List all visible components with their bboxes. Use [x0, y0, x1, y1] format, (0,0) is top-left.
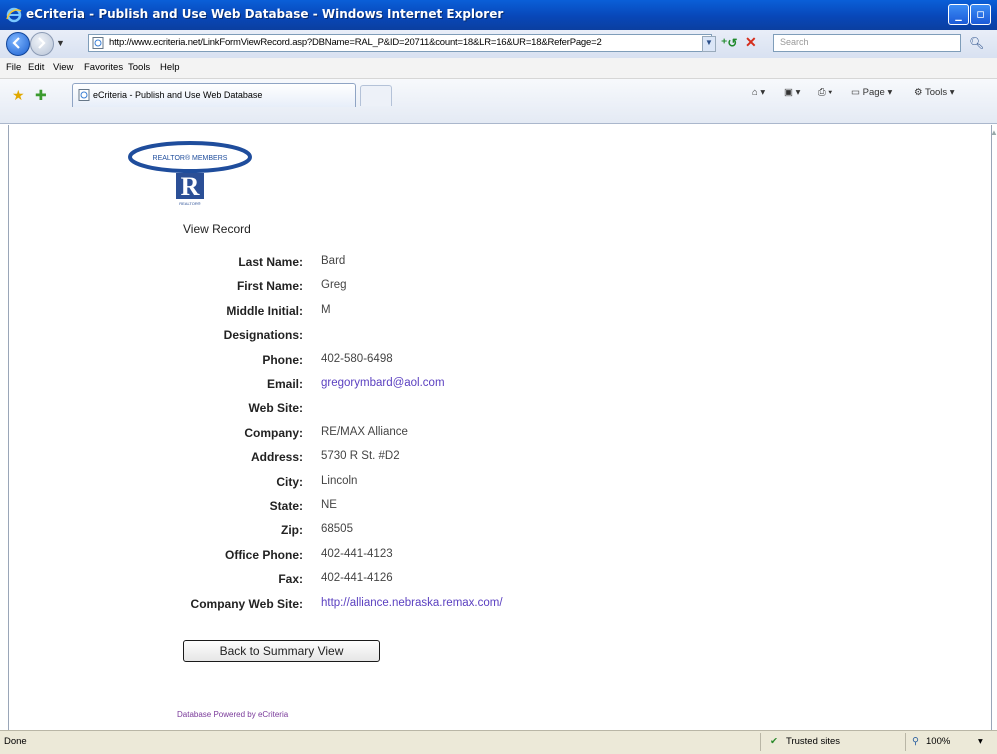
status-separator — [905, 733, 906, 751]
tab-label: eCriteria - Publish and Use Web Database — [93, 90, 263, 100]
record-field-row: Address: 5730 R St. #D2 — [9, 450, 709, 470]
record-field-row: Last Name: Bard — [9, 255, 709, 275]
menu-file[interactable]: File — [6, 62, 21, 73]
menu-tools[interactable]: Tools — [128, 62, 150, 73]
record-field-row: Zip: 68505 — [9, 523, 709, 543]
search-input[interactable]: Search — [773, 34, 961, 52]
record-field-row: Company Web Site: http://alliance.nebrask… — [9, 597, 709, 617]
window-title: eCriteria - Publish and Use Web Database… — [26, 7, 504, 21]
field-value: RE/MAX Alliance — [321, 425, 408, 438]
scrollbar[interactable]: ▲ — [990, 128, 997, 137]
arrow-right-icon — [38, 37, 46, 49]
field-value: 402-441-4123 — [321, 547, 393, 560]
favorites-star-icon[interactable]: ★ — [12, 87, 25, 104]
field-value: Bard — [321, 255, 346, 267]
field-label: Company Web Site: — [190, 596, 303, 611]
tab-toolbar: ★ ✚ eCriteria - Publish and Use Web Data… — [0, 79, 997, 124]
title-bar: eCriteria - Publish and Use Web Database… — [0, 0, 997, 30]
page-icon — [78, 89, 90, 101]
record-field-row: Phone: 402-580-6498 — [9, 353, 709, 373]
field-value: Greg — [321, 279, 347, 292]
field-value: 68505 — [321, 523, 353, 536]
field-value: 402-441-4126 — [321, 572, 393, 585]
field-label: City: — [276, 474, 303, 489]
field-label: Last Name: — [238, 255, 303, 269]
status-text: Done — [4, 736, 27, 747]
refresh-icon[interactable]: ⁺↺ — [721, 36, 737, 50]
field-label: First Name: — [236, 279, 303, 294]
history-dropdown-icon[interactable]: ▼ — [56, 38, 65, 48]
field-value: 402-580-6498 — [321, 352, 393, 365]
field-label: Web Site: — [248, 401, 303, 416]
field-label: Office Phone: — [224, 547, 303, 562]
stop-icon[interactable]: ✕ — [745, 34, 757, 51]
field-label: Phone: — [262, 352, 303, 367]
tools-menu[interactable]: ⚙ Tools ▾ — [914, 87, 955, 98]
realtor-logo: REALTOR® MEMBERS R REALTOR® — [128, 141, 252, 206]
address-bar: ▼ http://www.ecriteria.net/LinkFormViewR… — [0, 30, 997, 59]
new-tab-button[interactable] — [360, 85, 392, 106]
status-separator — [760, 733, 761, 751]
menu-bar: File Edit View Favorites Tools Help — [0, 58, 997, 79]
menu-help[interactable]: Help — [160, 62, 180, 73]
maximize-button[interactable]: ▫ — [970, 4, 991, 25]
zoom-level[interactable]: 100% — [926, 736, 950, 747]
logo-subtext: REALTOR® — [179, 201, 201, 206]
search-icon[interactable]: 🔍︎ — [969, 36, 984, 50]
record-field-row: Designations: — [9, 328, 709, 348]
field-link[interactable]: gregorymbard@aol.com — [321, 377, 445, 389]
url-dropdown-icon[interactable]: ▼ — [702, 36, 716, 52]
field-label: Designations: — [223, 328, 303, 343]
record-field-row: Fax: 402-441-4126 — [9, 572, 709, 592]
field-label: Company: — [244, 425, 303, 440]
add-favorite-icon[interactable]: ✚ — [35, 87, 47, 104]
field-label: Address: — [250, 450, 303, 465]
record-field-row: City: Lincoln — [9, 475, 709, 495]
home-icon[interactable]: ⌂ ▾ — [752, 87, 765, 98]
arrow-left-icon — [12, 37, 20, 49]
field-value: M — [321, 303, 331, 316]
url-text: http://www.ecriteria.net/LinkFormViewRec… — [109, 37, 602, 48]
page-title: View Record — [183, 222, 251, 236]
field-value: Lincoln — [321, 474, 358, 487]
print-icon[interactable]: ⎙ ▾ — [818, 87, 832, 98]
back-button[interactable] — [6, 32, 30, 56]
field-value: NE — [321, 499, 337, 511]
field-label: Fax: — [278, 572, 303, 587]
page-icon — [92, 37, 104, 49]
zoom-icon: ⚲ — [912, 736, 919, 747]
security-zone[interactable]: Trusted sites — [786, 736, 840, 747]
tab-ecriteria[interactable]: eCriteria - Publish and Use Web Database — [72, 83, 356, 107]
record-field-row: Office Phone: 402-441-4123 — [9, 548, 709, 568]
feeds-icon[interactable]: ▣ ▾ — [784, 87, 800, 98]
record-field-row: State: NE — [9, 499, 709, 519]
check-icon: ✔ — [770, 736, 778, 747]
record-field-row: Company: RE/MAX Alliance — [9, 426, 709, 446]
menu-favorites[interactable]: Favorites — [84, 62, 123, 73]
page-menu[interactable]: ▭ Page ▾ — [851, 87, 892, 98]
field-link[interactable]: http://alliance.nebraska.remax.com/ — [321, 597, 503, 609]
field-label: Middle Initial: — [226, 303, 303, 318]
status-bar: Done ✔ Trusted sites ⚲ 100% ▾ — [0, 730, 997, 754]
back-to-summary-button[interactable]: Back to Summary View — [183, 640, 380, 662]
zoom-dropdown-icon[interactable]: ▾ — [978, 736, 983, 747]
url-field[interactable]: http://www.ecriteria.net/LinkFormViewRec… — [88, 34, 712, 52]
field-label: Zip: — [281, 523, 303, 538]
powered-by-link[interactable]: Database Powered by eCriteria — [177, 710, 288, 719]
record-field-row: Middle Initial: M — [9, 304, 709, 324]
logo-text: REALTOR® MEMBERS — [153, 154, 228, 162]
record-field-row: First Name: Greg — [9, 279, 709, 299]
logo-mark: R — [181, 172, 200, 201]
menu-edit[interactable]: Edit — [28, 62, 44, 73]
minimize-button[interactable]: _ — [948, 4, 969, 25]
field-value: 5730 R St. #D2 — [321, 450, 400, 463]
menu-view[interactable]: View — [53, 62, 73, 73]
field-label: Email: — [266, 377, 303, 391]
record-field-row: Web Site: — [9, 401, 709, 421]
ie-icon — [6, 7, 22, 23]
record-field-row: Email: gregorymbard@aol.com — [9, 377, 709, 397]
page-content: REALTOR® MEMBERS R REALTOR® View Record … — [8, 125, 992, 730]
forward-button[interactable] — [30, 32, 54, 56]
field-label: State: — [269, 499, 303, 513]
